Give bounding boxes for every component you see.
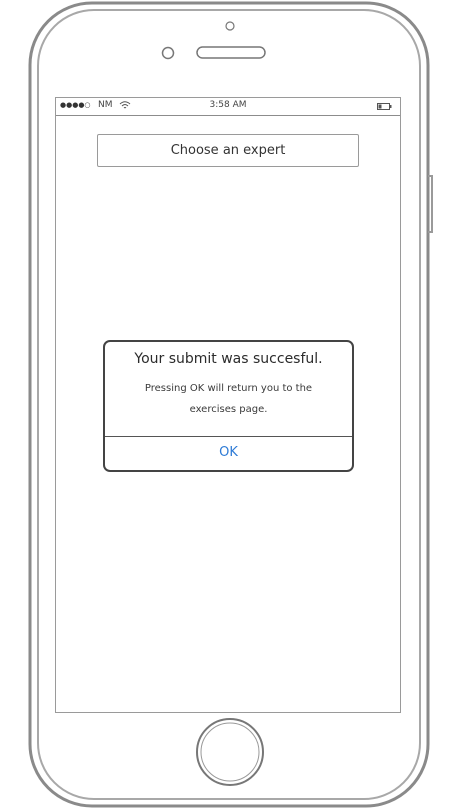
choose-expert-button[interactable]: Choose an expert <box>97 134 359 167</box>
dialog-message-line2: exercises page. <box>189 404 268 415</box>
front-camera-icon <box>225 21 235 31</box>
speaker-icon <box>196 46 266 59</box>
status-bar: ●●●●○ NM 3:58 AM <box>56 98 400 116</box>
home-button-icon[interactable] <box>196 718 264 786</box>
status-time: 3:58 AM <box>209 100 247 110</box>
ok-button[interactable]: OK <box>105 437 352 470</box>
dialog-message: Pressing OK will return you to the exerc… <box>125 378 332 420</box>
success-dialog: Your submit was succesful. Pressing OK w… <box>103 340 354 472</box>
phone-screen: ●●●●○ NM 3:58 AM Choose an expert Your s… <box>55 97 401 713</box>
battery-icon <box>377 103 392 110</box>
dialog-message-line1: Pressing OK will return you to the <box>144 383 313 394</box>
sensor-icon <box>161 46 175 60</box>
dialog-title: Your submit was succesful. <box>134 351 323 367</box>
